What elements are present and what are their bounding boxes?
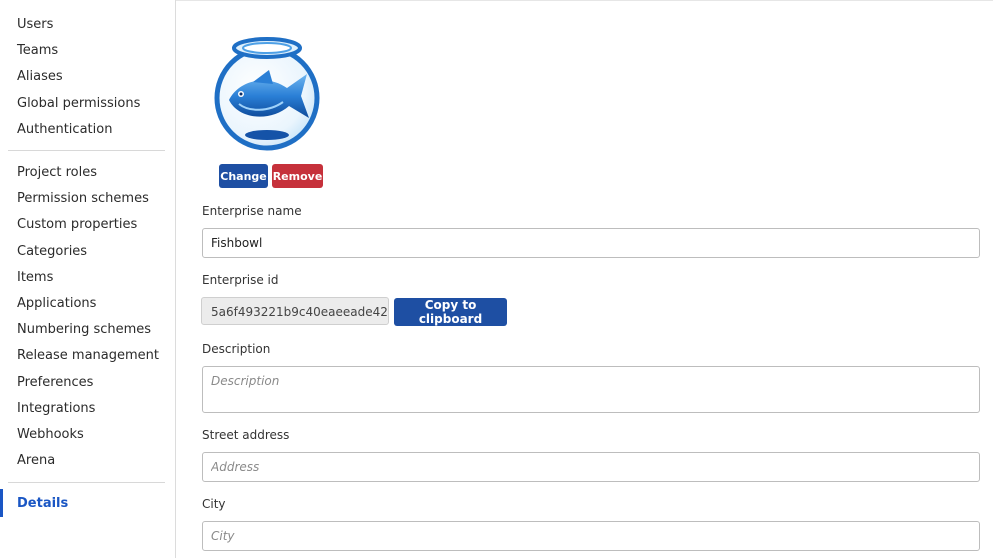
sidebar-item-aliases[interactable]: Aliases (17, 69, 63, 85)
enterprise-id-label: Enterprise id (202, 273, 279, 287)
sidebar-divider (8, 150, 165, 151)
city-label: City (202, 497, 226, 511)
city-input[interactable] (202, 521, 980, 551)
sidebar-item-applications[interactable]: Applications (17, 296, 96, 312)
sidebar-item-release-management[interactable]: Release management (17, 348, 159, 364)
sidebar-item-numbering-schemes[interactable]: Numbering schemes (17, 322, 151, 338)
sidebar-item-authentication[interactable]: Authentication (17, 122, 112, 138)
sidebar-item-permission-schemes[interactable]: Permission schemes (17, 191, 149, 207)
street-address-input[interactable] (202, 452, 980, 482)
sidebar-item-global-permissions[interactable]: Global permissions (17, 96, 140, 112)
sidebar-item-categories[interactable]: Categories (17, 244, 87, 260)
remove-logo-button[interactable]: Remove (272, 164, 323, 188)
sidebar-item-details[interactable]: Details (17, 496, 68, 512)
street-address-label: Street address (202, 428, 290, 442)
sidebar-item-items[interactable]: Items (17, 270, 53, 286)
enterprise-name-input[interactable] (202, 228, 980, 258)
change-logo-button[interactable]: Change (219, 164, 268, 188)
sidebar-item-users[interactable]: Users (17, 17, 53, 33)
sidebar-item-preferences[interactable]: Preferences (17, 375, 93, 391)
active-indicator (0, 489, 3, 517)
sidebar-item-arena[interactable]: Arena (17, 453, 55, 469)
sidebar-divider (8, 482, 165, 483)
sidebar-item-integrations[interactable]: Integrations (17, 401, 95, 417)
enterprise-name-label: Enterprise name (202, 204, 302, 218)
copy-to-clipboard-button[interactable]: Copy to clipboard (394, 298, 507, 326)
sidebar-item-project-roles[interactable]: Project roles (17, 165, 97, 181)
description-textarea[interactable] (202, 366, 980, 413)
description-label: Description (202, 342, 271, 356)
sidebar-item-custom-properties[interactable]: Custom properties (17, 217, 137, 233)
sidebar-item-webhooks[interactable]: Webhooks (17, 427, 84, 443)
sidebar-item-teams[interactable]: Teams (17, 43, 58, 59)
enterprise-id-field: 5a6f493221b9c40eaeeade42 (201, 297, 389, 325)
fishbowl-logo-icon (214, 37, 320, 151)
sidebar: Users Teams Aliases Global permissions A… (0, 0, 176, 558)
